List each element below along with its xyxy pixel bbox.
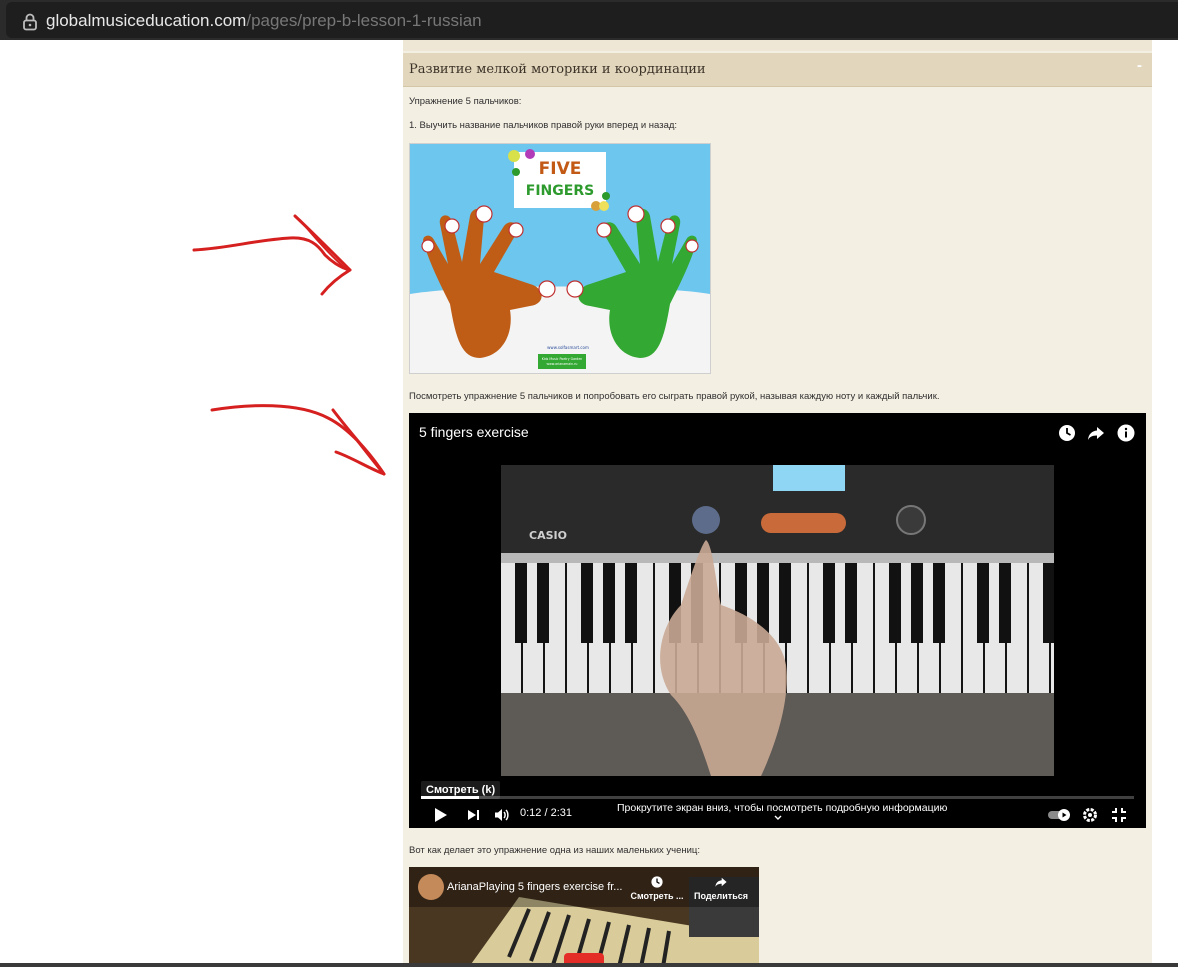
video-player[interactable]: 5 fingers exercise CASIO Смотреть (k) 0:… [409,413,1146,828]
piano-black-key [889,563,901,643]
image-footer-line2: www.arianamain.ru [547,362,578,366]
piano-black-key [933,563,945,643]
student-video-player[interactable]: ArianaPlaying 5 fingers exercise fr... С… [409,867,759,967]
piano-black-key [779,563,791,643]
time-display: 0:12 / 2:31 [520,807,572,819]
share-button[interactable]: Поделиться [691,875,751,901]
annotation-arrow [192,214,352,296]
window-bottom-edge [0,963,1178,967]
watch-later-button[interactable]: Смотреть ... [627,875,687,901]
piano-black-key [911,563,923,643]
exit-fullscreen-icon[interactable] [1110,806,1128,824]
clock-icon [651,876,663,888]
piano-black-key [603,563,615,643]
video-frame[interactable]: CASIO [501,465,1054,776]
piano-black-key [581,563,593,643]
collapse-button[interactable]: - [1137,57,1142,74]
play-icon[interactable] [431,806,449,824]
piano-black-key [625,563,637,643]
clock-icon[interactable] [1057,423,1077,443]
student-video-title[interactable]: ArianaPlaying 5 fingers exercise fr... [447,881,622,893]
lock-icon [23,13,37,31]
annotation-arrow [210,404,386,476]
piano-black-key [537,563,549,643]
watch-later-label: Смотреть ... [630,891,684,901]
url-path: /pages/prep-b-lesson-1-russian [246,11,482,30]
lesson-content: Развитие мелкой моторики и координации -… [403,40,1152,967]
section-header[interactable]: Развитие мелкой моторики и координации - [403,53,1152,87]
next-icon[interactable] [465,806,483,824]
piano-black-key [1043,563,1054,643]
url-field[interactable]: globalmusiceducation.com/pages/prep-b-le… [6,2,1178,38]
volume-icon[interactable] [493,806,511,824]
info-icon[interactable] [1116,423,1136,443]
image-website: www.solfasmart.com [547,345,589,350]
piano-black-key [823,563,835,643]
section-title: Развитие мелкой моторики и координации [409,62,706,77]
url-text[interactable]: globalmusiceducation.com/pages/prep-b-le… [46,11,482,31]
share-label: Поделиться [693,891,748,901]
video-title[interactable]: 5 fingers exercise [419,424,529,440]
intro-text: Упражнение 5 пальчиков: [409,96,522,107]
progress-fill [421,796,480,799]
settings-icon[interactable] [1081,806,1099,824]
chevron-down-icon[interactable] [773,813,783,823]
image-footer-line1: Kids Music Poetry Garden [542,357,583,361]
share-icon[interactable] [1086,423,1106,443]
keyboard-brand: CASIO [529,529,567,542]
image-title-line2: FINGERS [526,183,594,199]
piano-black-key [515,563,527,643]
piano-black-key [977,563,989,643]
url-domain: globalmusiceducation.com [46,11,247,30]
five-fingers-image: FIVE FINGERS www.solfasmart.com Kids Mus… [409,143,711,374]
step-1-text: 1. Выучить название пальчиков правой рук… [409,120,678,131]
browser-address-bar: globalmusiceducation.com/pages/prep-b-le… [0,0,1178,40]
image-title-line1: FIVE [539,159,582,179]
student-text: Вот как делает это упражнение одна из на… [409,845,701,856]
share-icon [715,877,727,887]
piano-black-key [999,563,1011,643]
previous-section-edge [403,40,1152,51]
watch-exercise-text: Посмотреть упражнение 5 пальчиков и попр… [409,391,940,402]
piano-black-key [845,563,857,643]
autoplay-toggle[interactable] [1047,806,1073,824]
progress-bar[interactable] [421,796,1134,799]
